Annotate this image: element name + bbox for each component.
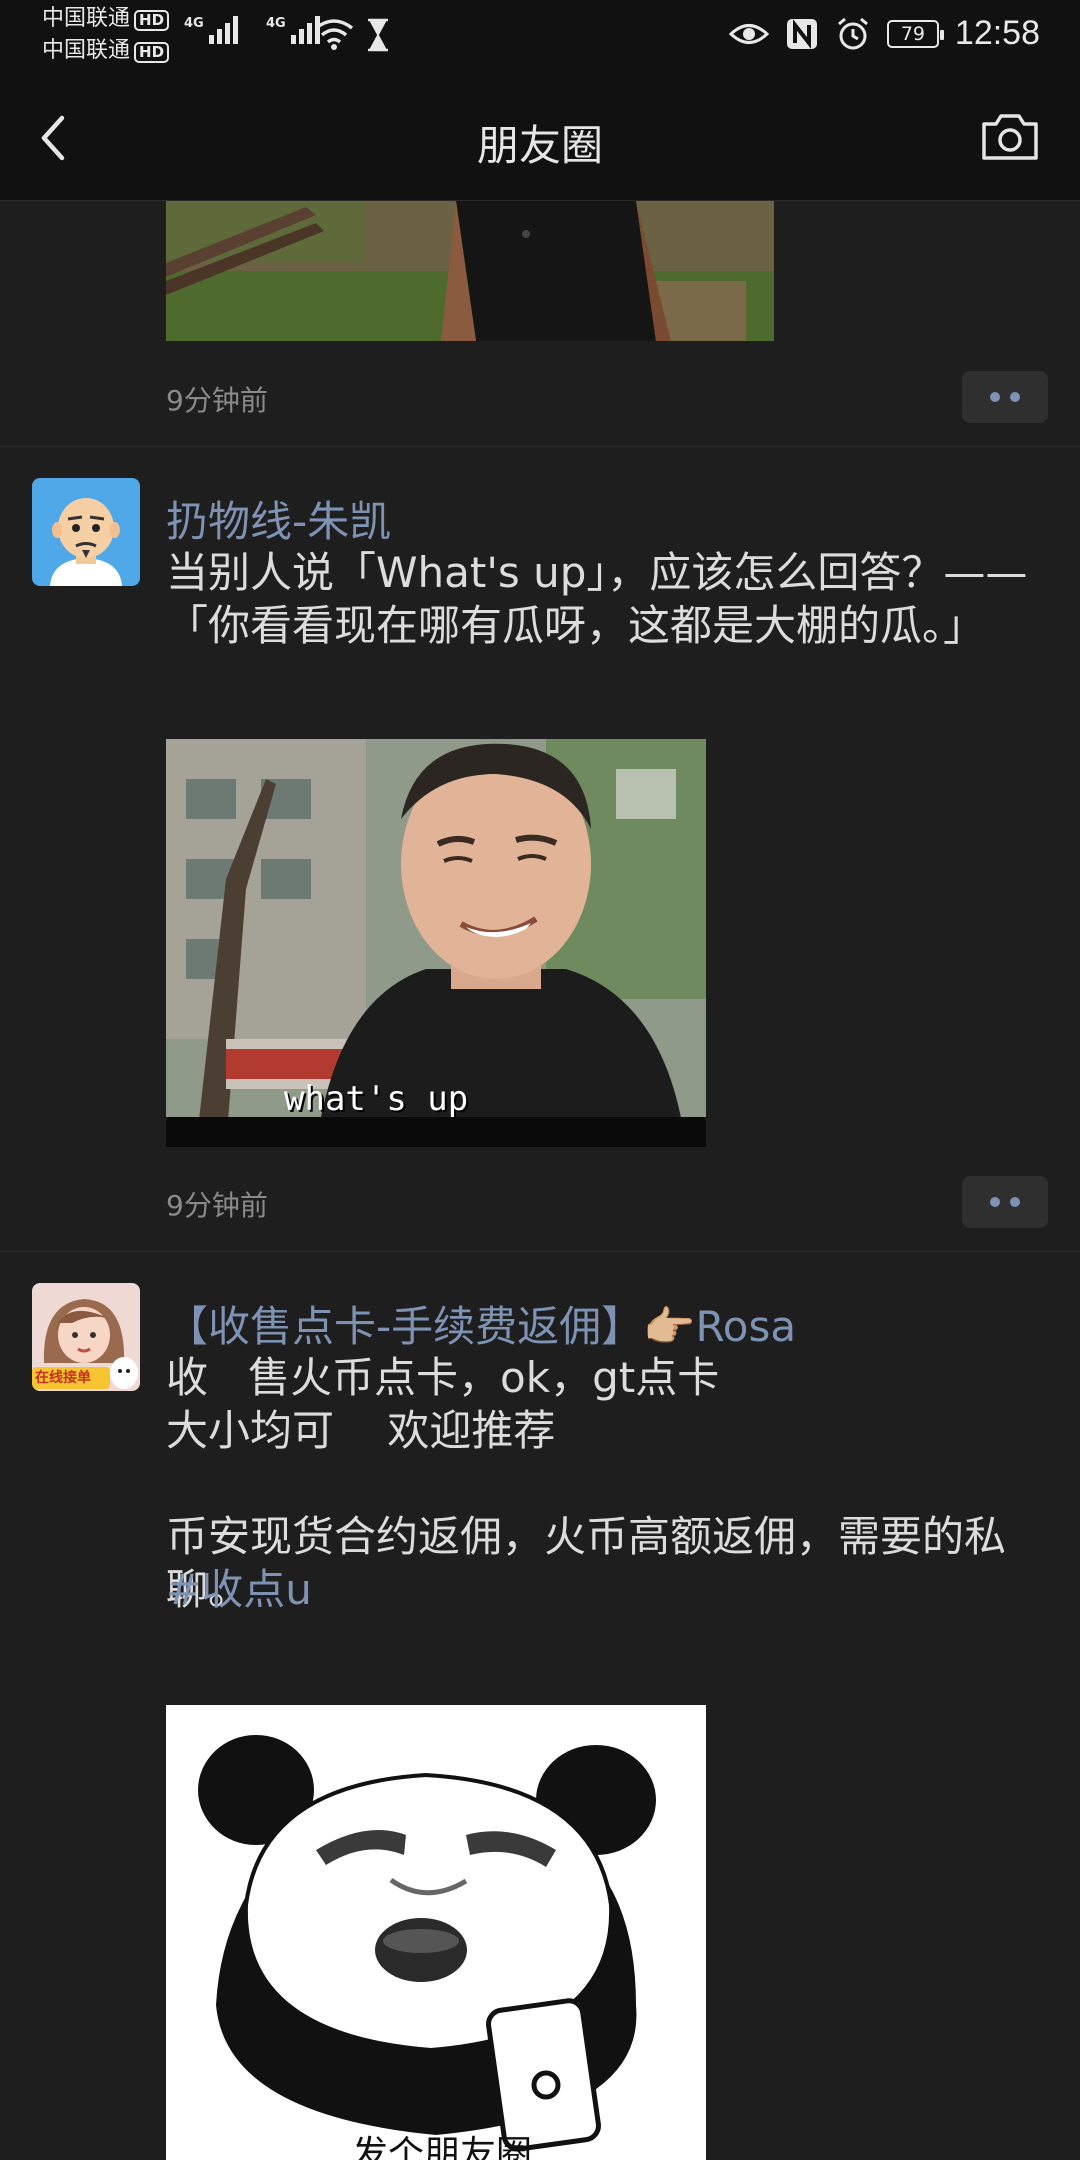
post-author-name[interactable]: 扔物线-朱凯 (166, 488, 391, 549)
network-type-1: 4G (184, 16, 204, 31)
carrier-2: 中国联通 HD (42, 38, 170, 64)
battery-level: 79 (900, 22, 925, 45)
alarm-icon (837, 17, 868, 49)
battery-indicator: 79 (886, 19, 944, 48)
network-type-2: 4G (266, 16, 286, 31)
post-timestamp: 9分钟前 (166, 384, 268, 417)
dot-icon (990, 1197, 1000, 1207)
image-caption-text: 发个朋友圈 (352, 2134, 533, 2160)
post-item: 9分钟前 (0, 201, 1080, 447)
post-image[interactable]: 发个朋友圈 (166, 1705, 706, 2160)
carrier-name-1: 中国联通 (42, 6, 131, 31)
status-bar: 中国联通 HD 中国联通 HD 4G 4G 79 12:58 (0, 0, 1080, 72)
eye-icon (728, 23, 769, 44)
avatar-badge-text: 在线接单 (35, 1370, 91, 1386)
post-image[interactable] (166, 201, 774, 341)
avatar[interactable] (32, 478, 140, 586)
post-text: 当别人说「What's up」，应该怎么回答？——「你看看现在哪有瓜呀，这都是大… (166, 548, 1028, 650)
carrier-name-2: 中国联通 (42, 38, 131, 63)
post-item: 在线接单 【收售点卡-手续费返佣】👉🏼Rosa 收 售火币点卡，ok，gt点卡 … (0, 1251, 1080, 2160)
nfc-icon (786, 18, 817, 49)
comment-more-button[interactable] (962, 371, 1048, 423)
post-author-name[interactable]: 【收售点卡-手续费返佣】👉🏼Rosa (166, 1293, 796, 1354)
moments-feed[interactable]: 9分钟前 扔物线-朱凯 当别人说「What's up」，应该怎么回答？——「你看… (0, 201, 1080, 2160)
camera-icon[interactable] (980, 110, 1040, 162)
hourglass-icon (368, 18, 388, 52)
post-image[interactable]: what's up (166, 739, 706, 1147)
page-title: 朋友圈 (476, 121, 603, 170)
hd-badge-1: HD (134, 10, 170, 31)
dot-icon (1010, 392, 1020, 402)
dot-icon (1010, 1197, 1020, 1207)
status-right: 79 12:58 (728, 14, 1040, 53)
nav-bar: 朋友圈 (0, 72, 1080, 201)
image-caption-text: what's up (284, 1079, 469, 1119)
hd-badge-2: HD (134, 42, 170, 63)
post-hashtag-link[interactable]: #收点u (166, 1563, 1046, 1616)
dot-icon (990, 392, 1000, 402)
wifi-icon (314, 19, 354, 50)
signal-icon-1: 4G (184, 16, 238, 44)
avatar[interactable]: 在线接单 (32, 1283, 140, 1391)
carrier-1: 中国联通 HD (42, 6, 170, 32)
clock: 12:58 (954, 14, 1040, 52)
signal-icon-2: 4G (266, 16, 320, 44)
comment-more-button[interactable] (962, 1176, 1048, 1228)
post-item: 扔物线-朱凯 当别人说「What's up」，应该怎么回答？——「你看看现在哪有… (0, 446, 1080, 1252)
post-timestamp: 9分钟前 (166, 1189, 268, 1222)
